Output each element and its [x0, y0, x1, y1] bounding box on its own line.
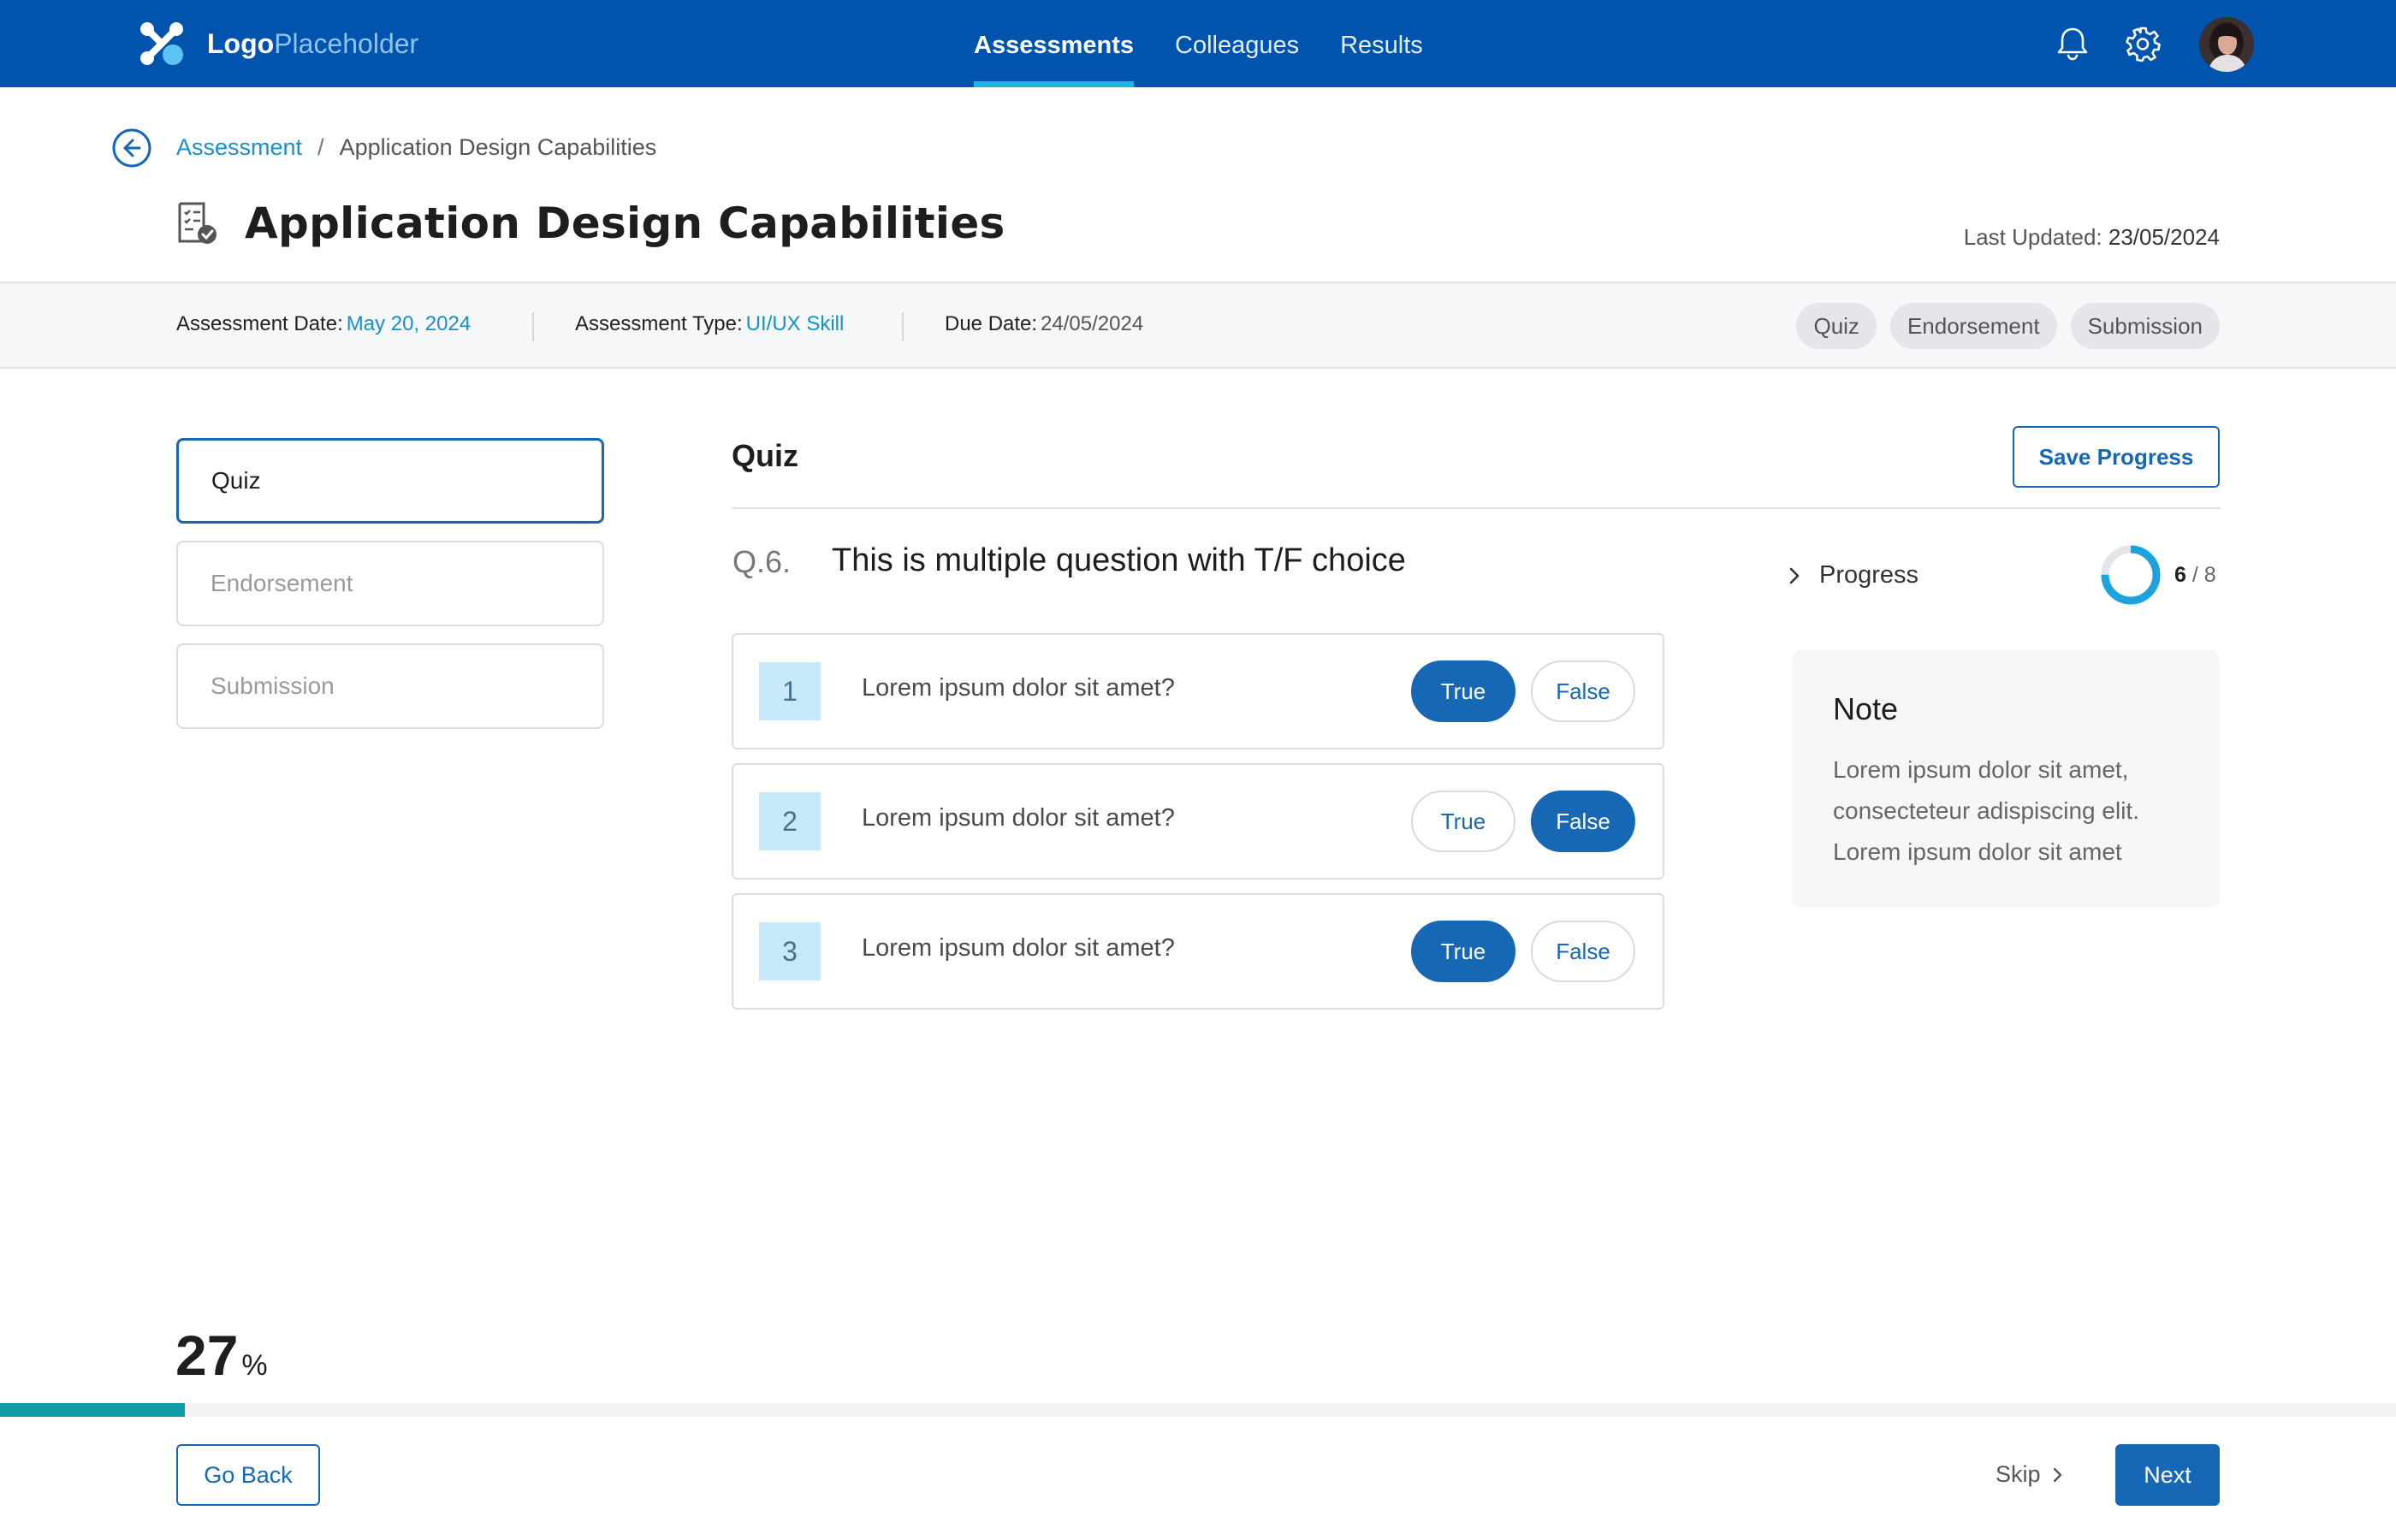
- logo-text: LogoPlaceholder: [207, 28, 418, 60]
- answer-index: 1: [759, 662, 821, 720]
- page-title: Application Design Capabilities: [245, 198, 1005, 248]
- logo-text-bold: Logo: [207, 27, 275, 59]
- logo[interactable]: LogoPlaceholder: [139, 21, 418, 67]
- false-button[interactable]: False: [1531, 791, 1635, 852]
- assessment-type-label: Assessment Type:: [575, 312, 743, 335]
- breadcrumb-assessment-link[interactable]: Assessment: [176, 134, 302, 161]
- chevron-right-icon: [2053, 1467, 2061, 1482]
- info-divider: [902, 312, 904, 341]
- last-updated: Last Updated: 23/05/2024: [1964, 224, 2220, 251]
- pill-quiz[interactable]: Quiz: [1796, 303, 1877, 349]
- back-arrow-icon[interactable]: [111, 127, 152, 169]
- due-date-label: Due Date:: [945, 312, 1038, 335]
- progress-count: 6 / 8: [2174, 563, 2216, 588]
- step-submission[interactable]: Submission: [176, 643, 604, 729]
- false-button[interactable]: False: [1531, 660, 1635, 722]
- completion-progress-bar: [0, 1403, 2396, 1417]
- due-date-value: 24/05/2024: [1041, 312, 1144, 335]
- false-button[interactable]: False: [1531, 921, 1635, 982]
- note-body: Lorem ipsum dolor sit amet, consecteteur…: [1833, 756, 2139, 865]
- progress-ring: [2101, 545, 2161, 605]
- last-updated-value: 23/05/2024: [2108, 224, 2220, 250]
- answer-text: Lorem ipsum dolor sit amet?: [862, 804, 1175, 832]
- progress-toggle[interactable]: Progress: [1785, 561, 1919, 589]
- progress-label: Progress: [1819, 561, 1919, 589]
- nav-assessments[interactable]: Assessments: [974, 0, 1134, 87]
- nav-colleagues[interactable]: Colleagues: [1175, 0, 1299, 87]
- next-button[interactable]: Next: [2115, 1444, 2220, 1506]
- progress-separator: /: [2185, 563, 2204, 587]
- logo-text-light: Placeholder: [274, 27, 419, 59]
- true-button[interactable]: True: [1411, 660, 1515, 722]
- progress-current: 6: [2174, 563, 2186, 587]
- answer-row: 3 Lorem ipsum dolor sit amet? True False: [732, 893, 1664, 1010]
- pill-endorsement[interactable]: Endorsement: [1889, 303, 2057, 349]
- bell-icon[interactable]: [2053, 24, 2092, 63]
- gear-icon[interactable]: [2123, 24, 2162, 63]
- top-navigation-bar: LogoPlaceholder Assessments Colleagues R…: [0, 0, 2396, 87]
- main-nav: Assessments Colleagues Results: [974, 0, 1464, 87]
- chevron-right-icon: [1789, 567, 1800, 583]
- true-button[interactable]: True: [1411, 921, 1515, 982]
- logo-mark-icon: [140, 22, 183, 65]
- breadcrumb: Assessment / Application Design Capabili…: [176, 134, 656, 161]
- progress-total: 8: [2203, 563, 2216, 587]
- breadcrumb-current: Application Design Capabilities: [339, 134, 657, 160]
- skip-label: Skip: [1996, 1461, 2041, 1487]
- completion-percent: 27%: [175, 1323, 268, 1388]
- answer-index: 2: [759, 792, 821, 850]
- question-text: This is multiple question with T/F choic…: [832, 542, 1406, 578]
- save-progress-button[interactable]: Save Progress: [2013, 426, 2220, 488]
- assessment-type-value: UI/UX Skill: [745, 312, 845, 335]
- completion-progress-fill: [0, 1403, 185, 1417]
- go-back-button[interactable]: Go Back: [176, 1444, 320, 1506]
- answer-text: Lorem ipsum dolor sit amet?: [862, 934, 1175, 962]
- pill-submission[interactable]: Submission: [2070, 303, 2220, 349]
- completion-percent-value: 27: [175, 1324, 239, 1387]
- breadcrumb-separator: /: [317, 134, 324, 160]
- true-button[interactable]: True: [1411, 791, 1515, 852]
- assessment-date-value: May 20, 2024: [346, 312, 471, 335]
- assessment-date-label: Assessment Date:: [176, 312, 343, 335]
- avatar-image: [2199, 17, 2254, 72]
- step-endorsement[interactable]: Endorsement: [176, 541, 604, 626]
- skip-button[interactable]: Skip: [1996, 1461, 2067, 1488]
- question-number: Q.6.: [732, 544, 792, 579]
- info-divider: [532, 312, 534, 341]
- step-quiz[interactable]: Quiz: [176, 438, 604, 524]
- checklist-document-icon: [178, 202, 216, 244]
- note-title: Note: [1833, 691, 1899, 726]
- section-title: Quiz: [732, 438, 798, 473]
- answer-row: 1 Lorem ipsum dolor sit amet? True False: [732, 633, 1664, 749]
- stage-pills: Quiz Endorsement Submission: [1782, 303, 2220, 349]
- answer-text: Lorem ipsum dolor sit amet?: [862, 674, 1175, 702]
- completion-percent-sign: %: [241, 1349, 268, 1382]
- nav-results[interactable]: Results: [1340, 0, 1423, 87]
- section-divider: [732, 507, 2221, 509]
- note-card: Note Lorem ipsum dolor sit amet, consect…: [1792, 650, 2220, 907]
- assessment-date: Assessment Date: May 20, 2024: [176, 312, 471, 336]
- assessment-type: Assessment Type: UI/UX Skill: [575, 312, 844, 336]
- answer-index: 3: [759, 922, 821, 980]
- last-updated-label: Last Updated:: [1963, 224, 2102, 250]
- due-date: Due Date: 24/05/2024: [945, 312, 1143, 336]
- assessment-info-bar: Assessment Date: May 20, 2024 Assessment…: [0, 281, 2396, 369]
- answer-row: 2 Lorem ipsum dolor sit amet? True False: [732, 763, 1664, 880]
- avatar[interactable]: [2199, 17, 2254, 72]
